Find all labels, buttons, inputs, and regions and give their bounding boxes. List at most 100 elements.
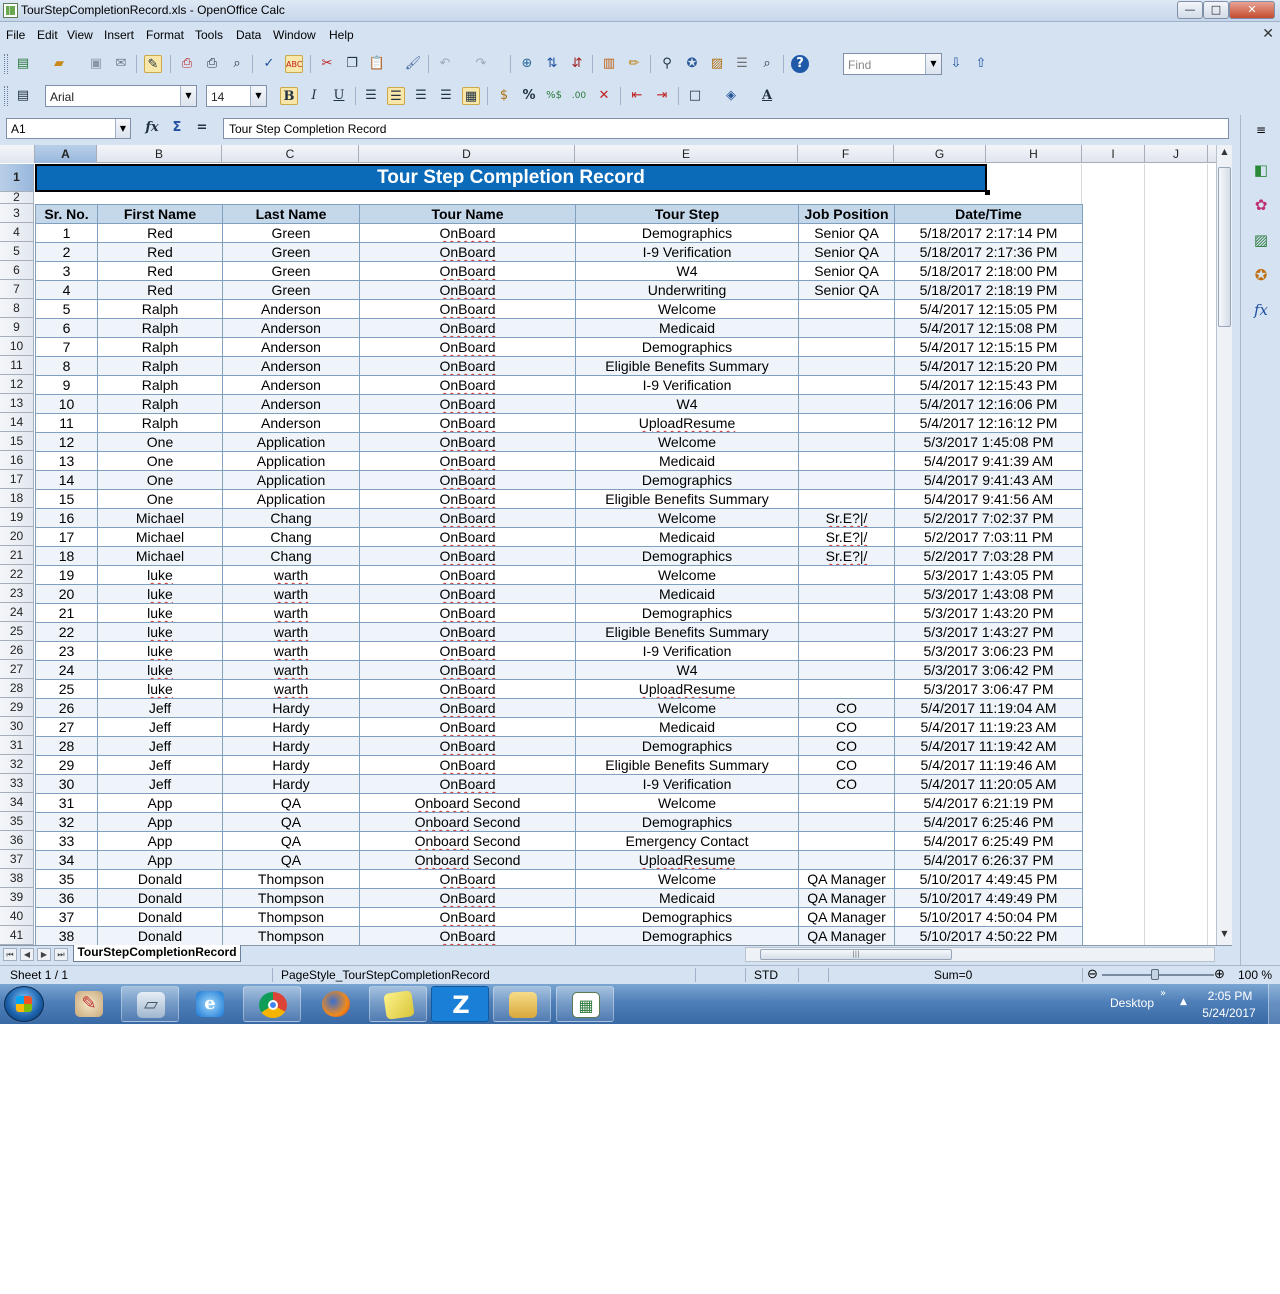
scroll-down-icon[interactable]: ▼ bbox=[1217, 929, 1232, 943]
cell-date-time[interactable]: 5/4/2017 12:15:08 PM bbox=[894, 318, 1083, 338]
formula-input[interactable]: Tour Step Completion Record bbox=[223, 118, 1229, 139]
row-header[interactable]: 27 bbox=[0, 660, 34, 679]
row-header[interactable]: 37 bbox=[0, 850, 34, 869]
cell-tour-name[interactable]: Onboard Second bbox=[359, 831, 576, 851]
cell-sr-no[interactable]: 10 bbox=[35, 394, 98, 414]
cell-tour-name[interactable]: OnBoard bbox=[359, 926, 576, 945]
data-sources-icon[interactable]: ☰ bbox=[733, 55, 751, 73]
header-sr-no[interactable]: Sr. No. bbox=[35, 204, 98, 224]
cell-last-name[interactable]: Chang bbox=[222, 546, 360, 566]
cell-date-time[interactable]: 5/3/2017 1:43:08 PM bbox=[894, 584, 1083, 604]
row-header[interactable]: 39 bbox=[0, 888, 34, 907]
sheet-title-cell[interactable]: Tour Step Completion Record bbox=[35, 164, 990, 195]
cell-last-name[interactable]: Green bbox=[222, 280, 360, 300]
cell-date-time[interactable]: 5/4/2017 12:16:06 PM bbox=[894, 394, 1083, 414]
cell-last-name[interactable]: Hardy bbox=[222, 774, 360, 794]
cell-first-name[interactable]: App bbox=[97, 831, 223, 851]
cell-job-position[interactable]: CO bbox=[798, 755, 895, 775]
email-icon[interactable]: ✉ bbox=[112, 55, 130, 73]
chart-icon[interactable]: ▥ bbox=[600, 55, 618, 73]
row-header[interactable]: 32 bbox=[0, 755, 34, 774]
cell-tour-step[interactable]: Emergency Contact bbox=[575, 831, 799, 851]
cell-tour-step[interactable]: Medicaid bbox=[575, 451, 799, 471]
align-center-icon[interactable]: ☰ bbox=[387, 87, 405, 105]
horizontal-scrollbar[interactable]: ||| bbox=[745, 947, 1215, 962]
hyperlink-icon[interactable]: ⊕ bbox=[518, 55, 536, 73]
cell-job-position[interactable] bbox=[798, 299, 895, 319]
find-next-icon[interactable]: ⇩ bbox=[947, 55, 965, 73]
cell-grid[interactable]: Tour Step Completion Record Sr. No. Firs… bbox=[35, 164, 1232, 945]
cell-sr-no[interactable]: 25 bbox=[35, 679, 98, 699]
cell-job-position[interactable] bbox=[798, 603, 895, 623]
cell-sr-no[interactable]: 22 bbox=[35, 622, 98, 642]
cell-tour-step[interactable]: Medicaid bbox=[575, 888, 799, 908]
cell-first-name[interactable]: luke bbox=[97, 622, 223, 642]
cell-date-time[interactable]: 5/10/2017 4:50:04 PM bbox=[894, 907, 1083, 927]
show-draw-functions-icon[interactable]: ✏ bbox=[625, 55, 643, 73]
cell-date-time[interactable]: 5/3/2017 1:43:27 PM bbox=[894, 622, 1083, 642]
menu-file[interactable]: File bbox=[6, 28, 25, 42]
cell-first-name[interactable]: Donald bbox=[97, 926, 223, 945]
gallery-icon[interactable]: ▨ bbox=[1249, 228, 1273, 252]
cell-date-time[interactable]: 5/3/2017 1:45:08 PM bbox=[894, 432, 1083, 452]
cell-sr-no[interactable]: 31 bbox=[35, 793, 98, 813]
cell-job-position[interactable] bbox=[798, 451, 895, 471]
cell-date-time[interactable]: 5/4/2017 11:19:04 AM bbox=[894, 698, 1083, 718]
cell-job-position[interactable] bbox=[798, 318, 895, 338]
toolbar-grip[interactable] bbox=[4, 86, 8, 106]
increase-indent-icon[interactable]: ⇥ bbox=[653, 87, 671, 105]
menu-insert[interactable]: Insert bbox=[104, 28, 134, 42]
cell-sr-no[interactable]: 26 bbox=[35, 698, 98, 718]
cell-tour-name[interactable]: OnBoard bbox=[359, 413, 576, 433]
menu-format[interactable]: Format bbox=[146, 28, 184, 42]
cell-tour-name[interactable]: OnBoard bbox=[359, 622, 576, 642]
cell-last-name[interactable]: Application bbox=[222, 432, 360, 452]
cell-first-name[interactable]: luke bbox=[97, 679, 223, 699]
font-color-icon[interactable]: A bbox=[758, 87, 776, 105]
cell-tour-name[interactable]: OnBoard bbox=[359, 337, 576, 357]
cell-first-name[interactable]: One bbox=[97, 432, 223, 452]
header-tour-name[interactable]: Tour Name bbox=[359, 204, 576, 224]
row-header[interactable]: 21 bbox=[0, 546, 34, 565]
sort-ascending-icon[interactable]: ⇅ bbox=[543, 55, 561, 73]
cell-tour-step[interactable]: Medicaid bbox=[575, 527, 799, 547]
decrease-indent-icon[interactable]: ⇤ bbox=[628, 87, 646, 105]
cell-sr-no[interactable]: 35 bbox=[35, 869, 98, 889]
cell-date-time[interactable]: 5/4/2017 9:41:39 AM bbox=[894, 451, 1083, 471]
cell-last-name[interactable]: warth bbox=[222, 679, 360, 699]
row-header[interactable]: 23 bbox=[0, 584, 34, 603]
cell-sr-no[interactable]: 11 bbox=[35, 413, 98, 433]
cell-sr-no[interactable]: 37 bbox=[35, 907, 98, 927]
column-header-e[interactable]: E bbox=[575, 145, 798, 163]
openoffice-calc-task[interactable]: ▦ bbox=[556, 986, 614, 1022]
cell-job-position[interactable] bbox=[798, 584, 895, 604]
chrome-app[interactable] bbox=[243, 986, 301, 1022]
row-header[interactable]: 9 bbox=[0, 318, 34, 337]
maximize-button[interactable]: □ bbox=[1203, 1, 1229, 19]
cell-last-name[interactable]: Thompson bbox=[222, 888, 360, 908]
merge-cells-icon[interactable]: ▦ bbox=[462, 87, 480, 105]
column-header-d[interactable]: D bbox=[359, 145, 575, 163]
cell-tour-name[interactable]: OnBoard bbox=[359, 451, 576, 471]
cell-first-name[interactable]: Michael bbox=[97, 508, 223, 528]
cell-first-name[interactable]: luke bbox=[97, 660, 223, 680]
cell-first-name[interactable]: Ralph bbox=[97, 413, 223, 433]
toolbar-expand-icon[interactable]: » bbox=[1160, 988, 1166, 999]
menu-help[interactable]: Help bbox=[329, 28, 354, 42]
cell-last-name[interactable]: Anderson bbox=[222, 413, 360, 433]
cell-sr-no[interactable]: 13 bbox=[35, 451, 98, 471]
previous-sheet-icon[interactable]: ◀ bbox=[20, 948, 34, 961]
cell-last-name[interactable]: Hardy bbox=[222, 736, 360, 756]
cell-tour-step[interactable]: Welcome bbox=[575, 869, 799, 889]
cell-last-name[interactable]: Hardy bbox=[222, 755, 360, 775]
cell-tour-step[interactable]: Welcome bbox=[575, 508, 799, 528]
cell-tour-step[interactable]: UploadResume bbox=[575, 679, 799, 699]
cell-first-name[interactable]: Donald bbox=[97, 907, 223, 927]
cell-date-time[interactable]: 5/4/2017 12:15:43 PM bbox=[894, 375, 1083, 395]
edit-file-icon[interactable]: ✎ bbox=[144, 55, 162, 73]
start-button[interactable] bbox=[4, 986, 44, 1022]
cell-tour-name[interactable]: OnBoard bbox=[359, 318, 576, 338]
cell-sr-no[interactable]: 32 bbox=[35, 812, 98, 832]
percent-format-button[interactable]: % bbox=[520, 87, 538, 105]
cell-job-position[interactable] bbox=[798, 489, 895, 509]
